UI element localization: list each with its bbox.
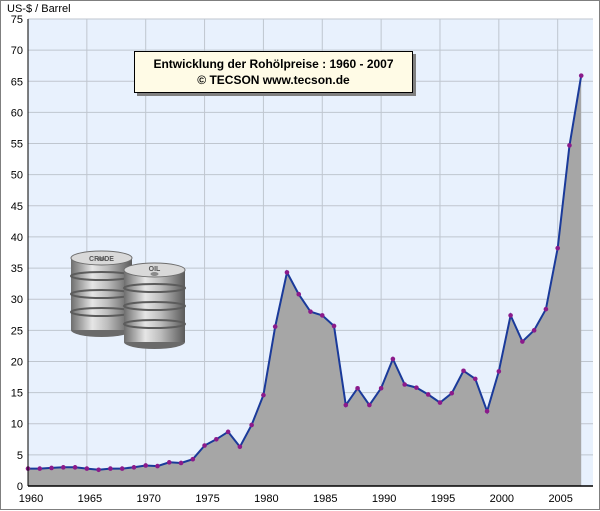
y-tick-label: 50 — [11, 170, 23, 182]
y-tick-label: 75 — [11, 14, 23, 26]
data-point — [449, 390, 455, 396]
data-point — [331, 323, 337, 329]
data-point — [166, 460, 172, 465]
x-tick-label: 1990 — [372, 493, 396, 505]
oil-barrel: OIL — [123, 262, 186, 349]
data-point — [261, 392, 266, 398]
data-point — [484, 408, 490, 414]
y-tick-label: 45 — [11, 201, 23, 213]
y-axis-unit-label: US-$ / Barrel — [7, 3, 71, 15]
data-point — [296, 291, 302, 297]
data-point — [567, 143, 572, 148]
data-point — [214, 437, 219, 442]
data-point — [155, 463, 160, 469]
y-tick-label: 5 — [17, 450, 23, 462]
data-point — [96, 467, 101, 473]
x-tick-label: 1980 — [254, 493, 278, 505]
oil-label: OIL — [149, 266, 161, 273]
data-point — [249, 422, 254, 428]
data-point — [178, 460, 184, 466]
data-point — [461, 368, 466, 374]
crude-barrel: CRUDE — [70, 250, 133, 337]
y-axis-ticks: 0 5 10 15 20 25 30 35 40 45 50 55 60 65 70 75 — [11, 14, 23, 493]
chart-title-box: Entwicklung der Rohölpreise : 1960 - 200… — [134, 51, 413, 93]
data-point — [390, 356, 396, 362]
data-point — [414, 385, 419, 390]
data-point — [308, 309, 313, 314]
x-tick-label: 1965 — [78, 493, 102, 505]
data-point — [402, 382, 407, 387]
data-point — [72, 465, 78, 470]
data-point — [84, 466, 90, 471]
data-point — [472, 376, 478, 382]
x-tick-label: 1970 — [136, 493, 160, 505]
x-tick-label: 2005 — [548, 493, 572, 505]
data-point — [202, 443, 207, 448]
data-point — [225, 429, 231, 435]
y-tick-label: 30 — [11, 294, 23, 306]
data-point — [119, 466, 125, 471]
data-point — [520, 339, 525, 344]
y-tick-label: 35 — [11, 263, 23, 275]
chart-subtitle: © TECSON www.tecson.de — [197, 73, 350, 87]
y-tick-label: 20 — [11, 356, 23, 368]
y-tick-label: 40 — [11, 232, 23, 244]
data-point — [108, 466, 113, 471]
y-tick-label: 60 — [11, 107, 23, 119]
data-point — [143, 463, 149, 468]
data-point — [355, 385, 360, 391]
x-tick-label: 1995 — [431, 493, 455, 505]
data-point — [190, 456, 196, 462]
y-tick-label: 0 — [17, 481, 23, 493]
data-point — [578, 73, 584, 78]
y-tick-label: 55 — [11, 139, 23, 151]
data-point — [319, 313, 325, 318]
y-tick-label: 70 — [11, 45, 23, 57]
data-point — [437, 400, 443, 405]
data-point — [508, 313, 513, 318]
data-point — [61, 465, 66, 470]
data-point — [131, 465, 137, 470]
data-point — [237, 444, 243, 450]
x-axis-ticks: 1960 1965 1970 1975 1980 1985 1990 1995 2000 2005 — [19, 493, 573, 505]
oil-barrels-image: CRUDE OIL — [70, 250, 186, 349]
data-point — [272, 324, 278, 329]
crude-label: CRUDE — [89, 256, 114, 263]
data-point — [284, 270, 290, 275]
data-point — [543, 306, 549, 312]
y-tick-label: 10 — [11, 419, 23, 431]
x-tick-label: 1960 — [19, 493, 43, 505]
data-point — [425, 392, 431, 397]
chart-frame: 0 5 10 15 20 25 30 35 40 45 50 55 60 65 70 75 1960 1965 1… — [0, 0, 600, 510]
data-point — [555, 245, 560, 251]
data-point — [343, 402, 349, 408]
y-tick-label: 15 — [11, 388, 23, 400]
chart-title: Entwicklung der Rohölpreise : 1960 - 200… — [153, 57, 394, 71]
data-point — [367, 402, 372, 408]
data-point — [378, 385, 384, 391]
data-point — [496, 369, 502, 374]
data-point — [49, 465, 54, 471]
x-tick-label: 2000 — [490, 493, 514, 505]
x-tick-label: 1985 — [313, 493, 337, 505]
data-point — [37, 466, 43, 471]
x-tick-label: 1975 — [195, 493, 219, 505]
y-tick-label: 65 — [11, 76, 23, 88]
data-point — [531, 328, 537, 333]
y-tick-label: 25 — [11, 325, 23, 337]
